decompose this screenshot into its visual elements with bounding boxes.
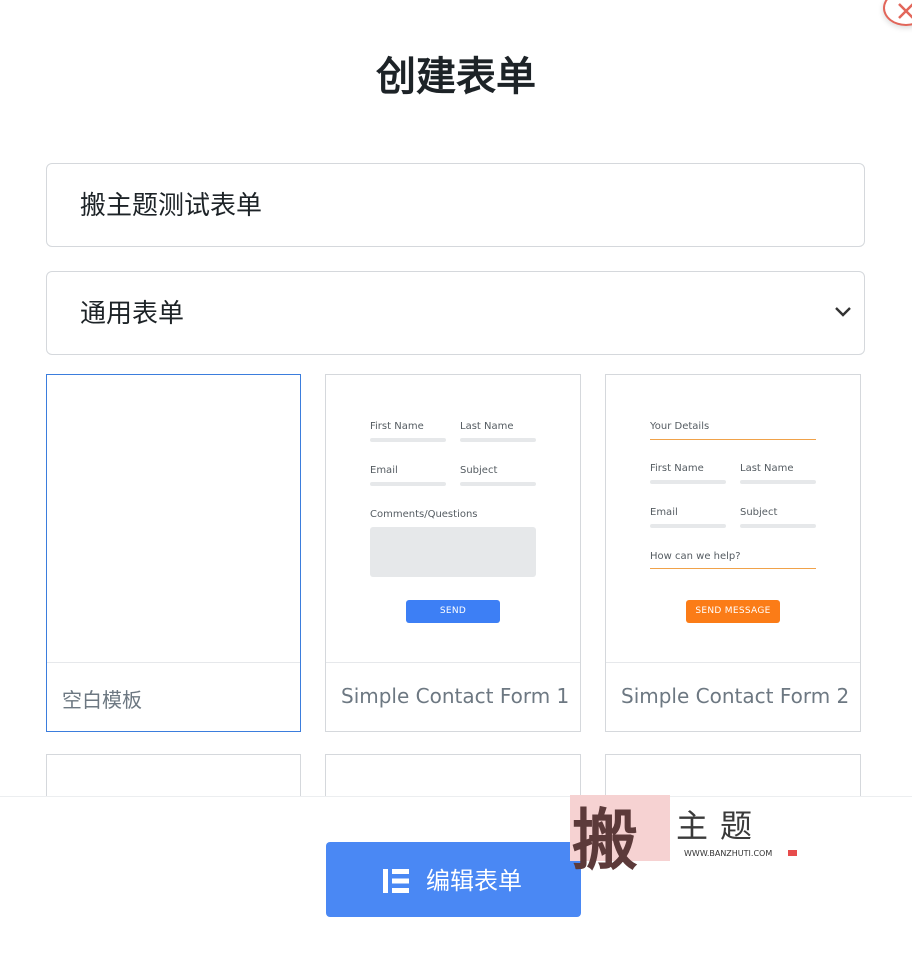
form-name-input[interactable]: 搬主题测试表单: [46, 163, 865, 247]
template-label: Simple Contact Form 1: [341, 684, 570, 708]
preview-subject: Subject: [740, 507, 778, 518]
preview-field-line: [740, 524, 816, 528]
preview-field-line: [370, 482, 446, 486]
template-preview: Your Details First Name Last Name Email …: [606, 375, 860, 663]
preview-last-name: Last Name: [460, 421, 514, 432]
preview-field-line: [460, 438, 536, 442]
preview-field-line: [370, 438, 446, 442]
chevron-down-icon: [835, 307, 851, 317]
preview-first-name: First Name: [370, 421, 424, 432]
watermark-mark: [788, 850, 797, 856]
edit-form-button[interactable]: 编辑表单: [326, 842, 581, 917]
template-card-blank[interactable]: 空白模板: [46, 374, 301, 732]
preview-textarea: [370, 527, 536, 577]
preview-field-line: [460, 482, 536, 486]
preview-divider: [650, 568, 816, 569]
preview-field-line: [650, 480, 726, 484]
watermark-url: WWW.BANZHUTI.COM: [684, 849, 773, 858]
watermark-big-char: 搬: [572, 801, 638, 879]
preview-email: Email: [650, 507, 678, 518]
close-icon: [898, 3, 912, 19]
preview-email: Email: [370, 465, 398, 476]
form-type-select[interactable]: 通用表单: [46, 271, 865, 355]
preview-field-line: [650, 524, 726, 528]
elementor-icon: [383, 869, 409, 893]
preview-field-line: [740, 480, 816, 484]
preview-send-button: SEND: [406, 600, 500, 623]
template-label: 空白模板: [62, 688, 142, 712]
edit-form-label: 编辑表单: [426, 867, 522, 895]
form-name-value: 搬主题测试表单: [80, 191, 263, 221]
template-preview: First Name Last Name Email Subject Comme…: [326, 375, 580, 663]
form-type-value: 通用表单: [80, 299, 185, 329]
watermark-logo: 搬 主题 WWW.BANZHUTI.COM: [568, 793, 808, 879]
preview-heading: Your Details: [650, 421, 710, 432]
preview-first-name: First Name: [650, 463, 704, 474]
dialog-title: 创建表单: [376, 54, 536, 100]
create-form-dialog: 创建表单 搬主题测试表单 通用表单 空白模板 First Name Last N…: [0, 0, 912, 967]
preview-divider: [650, 439, 816, 440]
preview-help: How can we help?: [650, 551, 741, 562]
preview-comments: Comments/Questions: [370, 509, 478, 520]
watermark-text: 主题: [676, 807, 765, 845]
preview-send-message-button: SEND MESSAGE: [686, 600, 780, 623]
template-preview: [47, 375, 300, 663]
preview-last-name: Last Name: [740, 463, 794, 474]
preview-subject: Subject: [460, 465, 498, 476]
close-button[interactable]: [883, 0, 912, 26]
template-card-simple-contact-1[interactable]: First Name Last Name Email Subject Comme…: [325, 374, 581, 732]
template-card-simple-contact-2[interactable]: Your Details First Name Last Name Email …: [605, 374, 861, 732]
template-label: Simple Contact Form 2: [621, 684, 850, 708]
